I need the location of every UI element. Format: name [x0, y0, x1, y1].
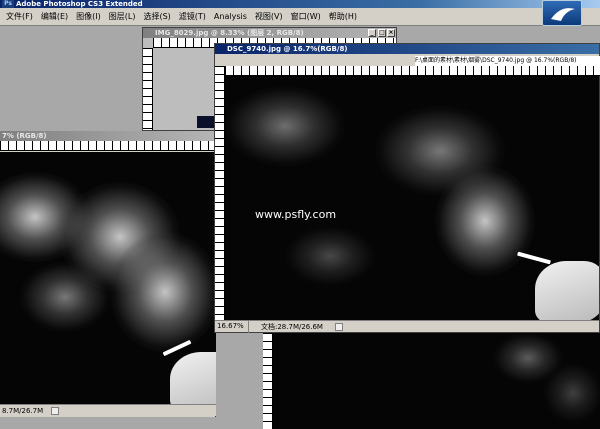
vertical-ruler — [143, 48, 153, 130]
status-bar: 8.7M/26.7M — [0, 404, 216, 416]
document-canvas[interactable] — [0, 152, 216, 404]
file-path-title: F:\桌面的素材\素材\烟雾\DSC_9740.jpg @ 16.7%(RGB/… — [415, 56, 600, 66]
document-canvas[interactable]: www.psfly.com — [225, 76, 599, 320]
menu-filter[interactable]: 滤镜(T) — [175, 8, 210, 26]
document-window-left[interactable]: 7% (RGB/8) 8.7M/26.7M — [0, 131, 216, 417]
document-window-dsc9740[interactable]: DSC_9740.jpg @ 16.7%(RGB/8) F:\桌面的素材\素材\… — [214, 43, 600, 333]
document-title-bar[interactable]: IMG_8029.jpg @ 8.33% (图层 2, RGB/8) _ □ × — [143, 28, 396, 38]
hand-image — [170, 352, 216, 404]
document-title: 7% (RGB/8) — [2, 132, 47, 140]
menu-bar: 文件(F) 编辑(E) 图像(I) 图层(L) 选择(S) 滤镜(T) Anal… — [0, 8, 600, 26]
hand-image — [535, 261, 599, 320]
horizontal-ruler — [225, 66, 600, 76]
photoshop-icon: Ps — [2, 0, 14, 8]
close-button[interactable]: × — [387, 29, 395, 37]
document-title: DSC_9740.jpg @ 16.7%(RGB/8) — [227, 45, 348, 53]
bridge-logo-icon[interactable] — [542, 0, 582, 26]
menu-select[interactable]: 选择(S) — [139, 8, 174, 26]
menu-window[interactable]: 窗口(W) — [287, 8, 325, 26]
document-size-info: 8.7M/26.7M — [2, 406, 44, 415]
document-window-bottom[interactable] — [263, 333, 600, 429]
document-thumbnail — [197, 116, 215, 128]
menu-layer[interactable]: 图层(L) — [105, 8, 140, 26]
watermark: www.psfly.com — [255, 208, 337, 221]
document-title: IMG_8029.jpg @ 8.33% (图层 2, RGB/8) — [155, 29, 304, 37]
menu-help[interactable]: 帮助(H) — [325, 8, 361, 26]
menu-view[interactable]: 视图(V) — [251, 8, 287, 26]
horizontal-ruler — [0, 141, 215, 151]
document-title-bar[interactable]: 7% (RGB/8) — [0, 131, 215, 141]
menu-edit[interactable]: 编辑(E) — [37, 8, 72, 26]
status-bar: 16.67% 文档:28.7M/26.6M — [215, 320, 599, 333]
vertical-ruler — [263, 333, 273, 429]
maximize-button[interactable]: □ — [378, 29, 386, 37]
app-title: Adobe Photoshop CS3 Extended — [16, 0, 143, 8]
app-title-bar: Adobe Photoshop CS3 Extended — [0, 0, 600, 8]
status-menu-arrow[interactable] — [51, 406, 60, 415]
document-canvas[interactable] — [273, 333, 600, 429]
minimize-button[interactable]: _ — [368, 29, 376, 37]
menu-file[interactable]: 文件(F) — [2, 8, 37, 26]
vertical-ruler — [215, 66, 225, 320]
status-menu-arrow[interactable] — [334, 322, 343, 331]
zoom-level[interactable]: 16.67% — [215, 320, 249, 333]
menu-analysis[interactable]: Analysis — [210, 8, 251, 26]
document-title-bar[interactable]: DSC_9740.jpg @ 16.7%(RGB/8) — [215, 44, 599, 54]
menu-image[interactable]: 图像(I) — [72, 8, 105, 26]
document-size-info: 文档:28.7M/26.6M — [261, 322, 323, 331]
